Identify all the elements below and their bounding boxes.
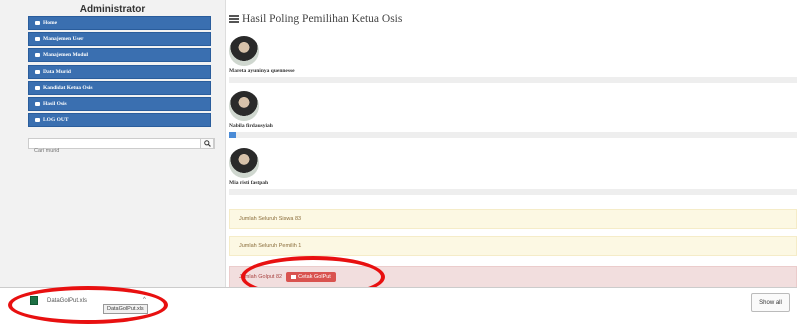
sidebar-item-hasil-osis[interactable]: Hasil Osis xyxy=(28,96,211,111)
candidate-photo xyxy=(229,91,259,121)
candidate-name: Mia risti fastpah xyxy=(229,180,269,186)
logout-icon xyxy=(35,118,40,123)
total-pemilih-alert: Jumlah Seluruh Pemilih 1 xyxy=(229,236,797,256)
candidate-name: Mareta ayuninya quennesse xyxy=(229,68,295,74)
page-title: Hasil Poling Pemilihan Ketua Osis xyxy=(229,13,402,25)
sidebar-item-data-murid[interactable]: Data Murid xyxy=(28,64,211,79)
vote-progress-track xyxy=(229,132,797,138)
sidebar-item-manajemen-modul[interactable]: Manajemen Modul xyxy=(28,48,211,63)
total-siswa-text: Jumlah Seluruh Siswa 83 xyxy=(239,216,302,222)
sidebar-item-home[interactable]: Home xyxy=(28,16,211,30)
download-bar: DataGolPut.xls ^ DataGolPut.xls Show all xyxy=(0,287,797,318)
cetak-golput-label: Cetak GolPut xyxy=(298,274,331,280)
file-tooltip: DataGolPut.xls xyxy=(103,304,148,314)
home-icon xyxy=(35,21,40,25)
sidebar-item-label: LOG OUT xyxy=(43,117,69,124)
sidebar-menu: Home Manajemen User Manajemen Modul Data… xyxy=(28,16,211,128)
candidate-photo xyxy=(229,148,259,178)
sidebar-item-label: Manajemen Modul xyxy=(43,52,89,59)
sidebar-item-label: Kandidat Ketua Osis xyxy=(43,84,93,91)
search-input[interactable] xyxy=(29,146,194,156)
golput-text: Jumlah Golput 82 xyxy=(239,274,283,280)
candidate-card: Mia risti fastpah xyxy=(229,148,797,195)
vote-progress-fill xyxy=(229,132,236,138)
search-button[interactable] xyxy=(200,138,214,149)
chevron-up-icon[interactable]: ^ xyxy=(143,297,146,303)
cetak-golput-button[interactable]: Cetak GolPut xyxy=(286,272,336,282)
candidate-icon xyxy=(35,85,40,90)
download-file-name: DataGolPut.xls xyxy=(47,297,88,304)
sidebar-item-logout[interactable]: LOG OUT xyxy=(28,113,211,128)
sidebar-item-label: Hasil Osis xyxy=(43,100,67,107)
users-icon xyxy=(35,37,40,42)
list-icon xyxy=(229,15,239,23)
excel-file-icon xyxy=(30,296,38,305)
sidebar-item-manajemen-user[interactable]: Manajemen User xyxy=(28,32,211,47)
search-icon xyxy=(203,140,211,147)
data-icon xyxy=(35,69,40,74)
candidate-card: Nabila firdausyiah xyxy=(229,91,797,138)
search-box xyxy=(28,138,215,156)
modules-icon xyxy=(35,53,40,58)
candidate-name: Nabila firdausyiah xyxy=(229,123,273,129)
page-title-text: Hasil Poling Pemilihan Ketua Osis xyxy=(242,13,403,25)
candidate-card: Mareta ayuninya quennesse xyxy=(229,36,797,83)
print-icon xyxy=(291,275,297,279)
sidebar-item-kandidat[interactable]: Kandidat Ketua Osis xyxy=(28,80,211,95)
results-icon xyxy=(35,101,40,106)
download-item[interactable]: DataGolPut.xls xyxy=(30,296,87,305)
total-siswa-alert: Jumlah Seluruh Siswa 83 xyxy=(229,209,797,229)
candidate-photo xyxy=(229,36,259,66)
total-pemilih-text: Jumlah Seluruh Pemilih 1 xyxy=(239,243,302,249)
sidebar-item-label: Manajemen User xyxy=(43,36,84,43)
main-content: Hasil Poling Pemilihan Ketua Osis Mareta… xyxy=(229,0,797,290)
sidebar-title: Administrator xyxy=(79,4,146,15)
golput-alert: Jumlah Golput 82 Cetak GolPut xyxy=(229,266,797,288)
sidebar: Administrator Home Manajemen User Manaje… xyxy=(0,0,226,287)
show-all-button[interactable]: Show all xyxy=(751,293,790,312)
sidebar-item-label: Data Murid xyxy=(43,68,71,75)
vote-progress-track xyxy=(229,189,797,195)
vote-progress-track xyxy=(229,77,797,83)
sidebar-item-label: Home xyxy=(43,20,58,26)
